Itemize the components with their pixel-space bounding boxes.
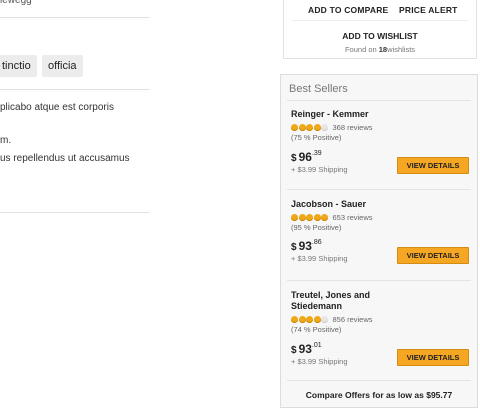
shipping-cost: + $3.99 Shipping: [291, 165, 348, 174]
price-whole: 96: [298, 150, 312, 164]
description-line: plicabo atque est corporis: [0, 102, 114, 113]
price-whole: 93: [298, 239, 312, 253]
seller-name[interactable]: Jacobson - Sauer: [291, 199, 471, 210]
review-count: 856 reviews: [332, 314, 373, 324]
price-cents: .01: [311, 342, 322, 349]
price-whole: 93: [298, 342, 312, 356]
wishlist-count-text: Found on 18wishlists: [284, 45, 476, 54]
product-actions-box: ADD TO COMPARE PRICE ALERT ADD TO WISHLI…: [283, 0, 477, 59]
star-icon: [306, 315, 313, 323]
star-icon: [321, 213, 328, 221]
star-icon: [321, 315, 328, 323]
divider: [0, 17, 150, 18]
review-count: 653 reviews: [332, 212, 373, 222]
seller-name[interactable]: Treutel, Jones and Stiedemann: [291, 290, 391, 312]
price: $93.86: [291, 239, 322, 253]
star-icon: [306, 213, 313, 221]
best-seller-item: Treutel, Jones and Stiedemann 856 review…: [291, 290, 471, 366]
star-icon: [321, 123, 328, 131]
rating-row: 856 reviews: [291, 314, 471, 324]
star-rating: [291, 213, 329, 221]
star-icon: [313, 315, 321, 323]
shipping-cost: + $3.99 Shipping: [291, 357, 348, 366]
divider: [292, 20, 468, 21]
positive-percent: (74 % Positive): [291, 325, 342, 334]
divider: [287, 100, 471, 101]
star-icon: [298, 123, 306, 131]
best-seller-item: Jacobson - Sauer 653 reviews (95 % Posit…: [291, 199, 471, 264]
star-icon: [291, 315, 298, 323]
found-suffix: wishlists: [387, 45, 416, 54]
wishlist-count: 18: [378, 45, 388, 54]
found-prefix: Found on: [344, 45, 377, 54]
positive-percent: (95 % Positive): [291, 223, 342, 232]
rating-row: 368 reviews: [291, 122, 471, 132]
currency-symbol: $: [291, 242, 297, 253]
star-icon: [298, 213, 306, 221]
star-rating: [291, 123, 329, 131]
star-icon: [298, 315, 306, 323]
divider: [0, 89, 150, 90]
star-icon: [291, 213, 298, 221]
tag-chip[interactable]: tinctio: [0, 55, 37, 77]
currency-symbol: $: [291, 153, 297, 164]
shipping-cost: + $3.99 Shipping: [291, 254, 348, 263]
price: $96.39: [291, 150, 322, 164]
view-details-button[interactable]: VIEW DETAILS: [397, 349, 469, 366]
star-icon: [291, 123, 298, 131]
best-sellers-title: Best Sellers: [289, 83, 348, 95]
star-rating: [291, 315, 329, 323]
description-line: m.: [0, 135, 12, 146]
add-to-wishlist-button[interactable]: ADD TO WISHLIST: [284, 31, 476, 41]
seller-name[interactable]: Reinger - Kemmer: [291, 109, 471, 120]
price-alert-button[interactable]: PRICE ALERT: [399, 5, 458, 15]
tag-chip[interactable]: officia: [42, 55, 83, 77]
view-details-button[interactable]: VIEW DETAILS: [397, 157, 469, 174]
add-to-compare-button[interactable]: ADD TO COMPARE: [308, 5, 388, 15]
divider: [0, 212, 150, 213]
positive-percent: (75 % Positive): [291, 133, 342, 142]
divider: [287, 380, 471, 381]
star-icon: [313, 213, 321, 221]
best-seller-item: Reinger - Kemmer 368 reviews (75 % Posit…: [291, 109, 471, 174]
divider: [287, 189, 471, 190]
best-sellers-panel: Best Sellers Reinger - Kemmer 368 review…: [280, 74, 478, 408]
price: $93.01: [291, 342, 322, 356]
review-count: 368 reviews: [332, 122, 373, 132]
price-cents: .86: [311, 239, 322, 246]
description-line: us repellendus ut accusamus: [0, 153, 130, 164]
price-cents: .39: [311, 150, 322, 157]
star-icon: [313, 123, 321, 131]
rating-row: 653 reviews: [291, 212, 471, 222]
compare-offers-link[interactable]: Compare Offers for as low as $95.77: [281, 390, 477, 400]
partial-text: iewegg: [0, 0, 32, 6]
product-details-panel: iewegg tinctio officia plicabo atque est…: [0, 0, 160, 417]
divider: [287, 280, 471, 281]
currency-symbol: $: [291, 345, 297, 356]
view-details-button[interactable]: VIEW DETAILS: [397, 247, 469, 264]
star-icon: [306, 123, 313, 131]
